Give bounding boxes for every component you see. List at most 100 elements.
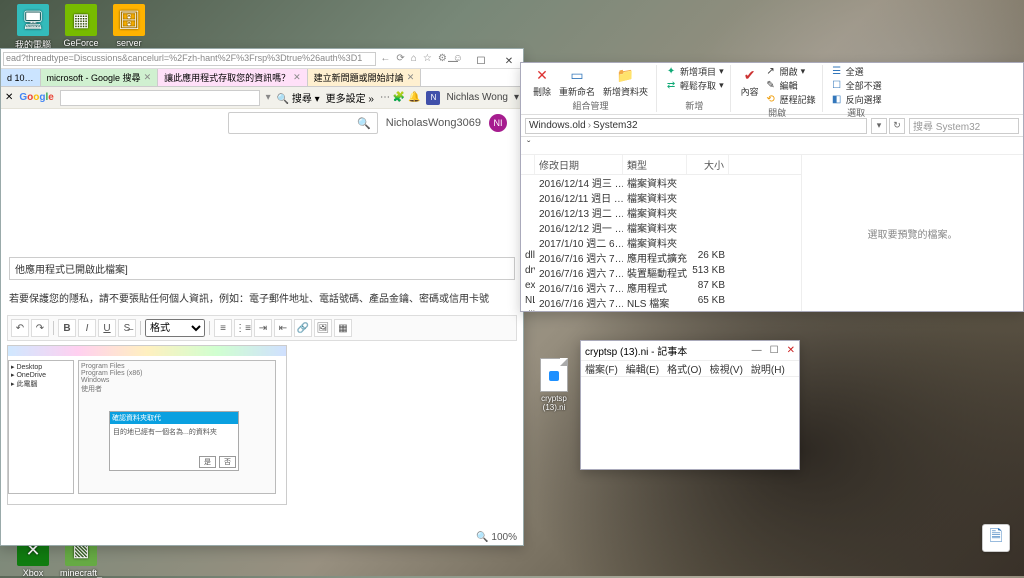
explorer-search-input[interactable]: 搜尋 System32	[909, 118, 1019, 134]
ribbon-newfolder-button[interactable]: 📁新增資料夾	[601, 65, 650, 99]
file-row[interactable]: exe2016/7/16 週六 7…應用程式87 KB	[521, 280, 801, 295]
ribbon-open[interactable]: ↗開啟▾	[765, 65, 816, 78]
tab-3[interactable]: 讓此應用程式存取您的資訊嗎？✕	[158, 69, 308, 86]
file-row[interactable]: 2016/12/14 週三 …檔案資料夾	[521, 175, 801, 190]
strike-button[interactable]: S̶	[118, 319, 136, 337]
breadcrumb[interactable]: Windows.old› System32	[525, 118, 867, 134]
tab-2[interactable]: microsoft - Google 搜尋✕	[41, 69, 159, 86]
bold-button[interactable]: B	[58, 319, 76, 337]
nav-home-icon[interactable]: ⌂	[411, 53, 417, 64]
google-logo: Google	[19, 92, 53, 103]
menu-file[interactable]: 檔案(F)	[585, 361, 618, 376]
privacy-hint: 若要保護您的隱私，請不要張貼任何個人資訊，例如：電子郵件地址、電話號碼、產品金鑰…	[9, 290, 515, 305]
menu-format[interactable]: 格式(O)	[667, 361, 701, 376]
notepad-textarea[interactable]	[581, 377, 799, 469]
ms-header: 🔍 NicholasWong3069 NI	[1, 109, 523, 137]
document-icon: 🗎	[990, 525, 1003, 552]
zoom-indicator[interactable]: 🔍 100%	[476, 532, 517, 543]
ribbon-delete-button[interactable]: ✕刪除	[531, 65, 553, 99]
notepad-window: cryptsp (13).ni - 記事本 — ☐ ✕ 檔案(F) 編輯(E) …	[580, 340, 800, 470]
notepad-menu: 檔案(F) 編輯(E) 格式(O) 檢視(V) 說明(H)	[581, 361, 799, 377]
file-list-header[interactable]: 修改日期 類型 大小	[521, 155, 801, 175]
label: Xbox	[10, 568, 56, 578]
italic-button[interactable]: I	[78, 319, 96, 337]
undo-button[interactable]: ↶	[11, 319, 29, 337]
nav-refresh-icon[interactable]: ⟳	[396, 53, 404, 64]
tray-icon[interactable]: 🗎	[982, 524, 1010, 552]
list-bullet-button[interactable]: ⋮≡	[234, 319, 252, 337]
explorer-window: ✕刪除 ▭重新命名 📁新增資料夾 組合管理 ✦新增項目▾ ⇄輕鬆存取▾ 新增 ✔…	[520, 62, 1024, 312]
column-sort-row: ˇ	[521, 137, 1023, 155]
toolbar-avatar[interactable]: N	[426, 91, 440, 105]
label: server	[106, 38, 152, 48]
maximize-button[interactable]: ☐	[770, 345, 779, 356]
list-ordered-button[interactable]: ≡	[214, 319, 232, 337]
outdent-button[interactable]: ⇤	[274, 319, 292, 337]
file-row[interactable]: dll2016/7/16 週六 7…應用程式擴充52 KB	[521, 310, 801, 311]
file-row[interactable]: 2017/1/10 週二 6…檔案資料夾	[521, 235, 801, 250]
desktop-file-cryptsp[interactable]: cryptsp (13).ni	[530, 358, 578, 412]
tab-close-icon[interactable]: ✕	[293, 72, 301, 83]
file-row[interactable]: 2016/12/13 週二 …檔案資料夾	[521, 205, 801, 220]
minimize-button[interactable]: —	[752, 345, 762, 356]
redo-button[interactable]: ↷	[31, 319, 49, 337]
file-row[interactable]: drv2016/7/16 週六 7…裝置驅動程式513 KB	[521, 265, 801, 280]
tab-4[interactable]: 建立新問題或開始討論✕	[308, 69, 422, 86]
menu-edit[interactable]: 編輯(E)	[626, 361, 659, 376]
underline-button[interactable]: U	[98, 319, 116, 337]
toolbar-username: Nichlas Wong	[446, 92, 508, 103]
search-icon: 🔍	[357, 117, 371, 130]
tab-close-icon[interactable]: ✕	[407, 72, 415, 83]
tab-1[interactable]: d 10…	[1, 69, 41, 86]
more-settings-link[interactable]: 更多設定 »	[326, 90, 374, 105]
ribbon-select-none[interactable]: ☐全部不選	[831, 79, 882, 92]
ms-avatar[interactable]: NI	[489, 114, 507, 132]
ribbon: ✕刪除 ▭重新命名 📁新增資料夾 組合管理 ✦新增項目▾ ⇄輕鬆存取▾ 新增 ✔…	[521, 63, 1023, 115]
maximize-button[interactable]: ☐	[471, 53, 491, 69]
file-row[interactable]: dll2016/7/16 週六 7…應用程式擴充26 KB	[521, 250, 801, 265]
minimize-button[interactable]: —	[443, 53, 463, 69]
google-search-input[interactable]	[60, 90, 260, 106]
ribbon-properties-button[interactable]: ✔內容	[739, 65, 761, 99]
inserted-screenshot: ▸ Desktop▸ OneDrive▸ 此電腦 Program FilesPr…	[7, 345, 287, 505]
ribbon-invert-select[interactable]: ◧反向選擇	[831, 93, 882, 106]
ribbon-easy-access[interactable]: ⇄輕鬆存取▾	[665, 79, 724, 92]
editor-toolbar: ↶ ↷ B I U S̶ 格式 ≡ ⋮≡ ⇥ ⇤ 🔗 🖼 ▦	[7, 315, 517, 341]
menu-help[interactable]: 說明(H)	[751, 361, 785, 376]
format-select[interactable]: 格式	[145, 319, 205, 337]
nav-back-icon[interactable]: ←	[380, 53, 390, 64]
link-button[interactable]: 🔗	[294, 319, 312, 337]
toolbar-close-icon[interactable]: ✕	[5, 92, 13, 103]
browser-tabs: d 10… microsoft - Google 搜尋✕ 讓此應用程式存取您的資…	[1, 69, 523, 87]
ribbon-history[interactable]: ⟲歷程記錄	[765, 93, 816, 106]
ribbon-rename-button[interactable]: ▭重新命名	[557, 65, 597, 99]
ms-username: NicholasWong3069	[386, 117, 481, 129]
preview-pane: 選取要預覽的檔案。	[801, 155, 1023, 311]
breadcrumb-dropdown-icon[interactable]: ▾	[871, 118, 887, 134]
ribbon-new-item[interactable]: ✦新增項目▾	[665, 65, 724, 78]
tab-close-icon[interactable]: ✕	[144, 72, 152, 83]
address-bar[interactable]: ead?threadtype=Discussions&cancelurl=%2F…	[3, 52, 376, 66]
indent-button[interactable]: ⇥	[254, 319, 272, 337]
table-button[interactable]: ▦	[334, 319, 352, 337]
file-row[interactable]: NLS2016/7/16 週六 7…NLS 檔案65 KB	[521, 295, 801, 310]
attachment-box: 他應用程式已開啟此檔案]	[9, 257, 515, 280]
file-list[interactable]: 修改日期 類型 大小 2016/12/14 週三 …檔案資料夾2016/12/1…	[521, 155, 801, 311]
nav-star-icon[interactable]: ☆	[423, 53, 432, 64]
refresh-icon[interactable]: ↻	[889, 118, 905, 134]
file-row[interactable]: 2016/12/12 週一 …檔案資料夾	[521, 220, 801, 235]
image-button[interactable]: 🖼	[314, 319, 332, 337]
desktop-icon-server[interactable]: 🗄server	[106, 4, 152, 48]
ms-search-input[interactable]: 🔍	[228, 112, 378, 134]
close-button[interactable]: ✕	[787, 345, 795, 356]
ribbon-edit[interactable]: ✎編輯	[765, 79, 816, 92]
notepad-title: cryptsp (13).ni - 記事本	[585, 343, 687, 358]
search-button[interactable]: 🔍 搜尋 ▾	[277, 90, 320, 105]
toolbar-icons[interactable]: ⋯ 🧩 🔔	[380, 92, 420, 103]
menu-view[interactable]: 檢視(V)	[710, 361, 743, 376]
desktop-icon-my-computer[interactable]: 🖥我的電腦	[10, 4, 56, 51]
close-button[interactable]: ✕	[499, 53, 519, 69]
ribbon-select-all[interactable]: ☰全選	[831, 65, 882, 78]
file-row[interactable]: 2016/12/11 週日 …檔案資料夾	[521, 190, 801, 205]
browser-window: — ☐ ✕ ead?threadtype=Discussions&cancelu…	[0, 48, 524, 546]
